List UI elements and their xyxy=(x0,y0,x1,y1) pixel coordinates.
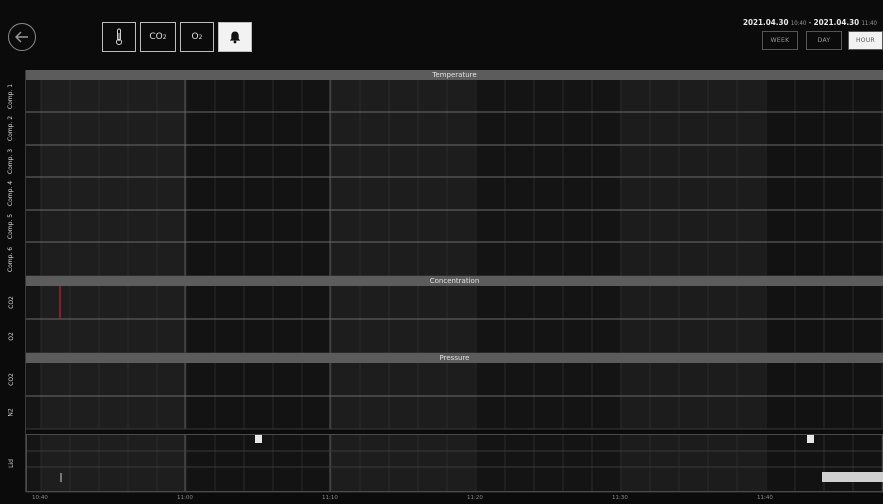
time-band xyxy=(26,434,41,492)
time-tick-0: 10:40 xyxy=(32,495,48,501)
lid-event-marker xyxy=(807,435,814,443)
time-tick-3: 11:20 xyxy=(467,495,483,501)
row-label-comp-5-text: Comp. 5 xyxy=(7,213,15,239)
row-label-co2-pressure-text: CO2 xyxy=(7,373,15,386)
row-label-comp-4-text: Comp. 4 xyxy=(7,180,15,207)
concentration-section-header: Concentration xyxy=(26,276,883,286)
row-label-comp-1: Comp. 1 xyxy=(0,80,22,112)
lid-event-marker xyxy=(255,435,262,443)
row-label-o2-concentration: O2 xyxy=(0,319,22,353)
row-label-n2-pressure-text: N2 xyxy=(7,408,15,417)
row-label-n2-pressure: N2 xyxy=(0,396,22,429)
row-label-co2-concentration-text: CO2 xyxy=(7,296,15,309)
pressure-section-header: Pressure xyxy=(26,353,883,363)
row-label-o2-concentration-text: O2 xyxy=(7,331,15,341)
time-band xyxy=(620,80,765,276)
time-band xyxy=(330,434,475,492)
time-band xyxy=(26,80,41,276)
temperature-section-header: Temperature xyxy=(26,70,883,80)
row-label-lid: Lid xyxy=(0,434,22,492)
row-label-lid-text: Lid xyxy=(7,458,15,468)
time-band xyxy=(475,434,620,492)
row-label-co2-concentration: CO2 xyxy=(0,286,22,319)
time-band xyxy=(41,434,185,492)
row-label-comp-6: Comp. 6 xyxy=(0,242,22,276)
row-label-comp-2: Comp. 2 xyxy=(0,112,22,145)
row-label-comp-3-text: Comp. 3 xyxy=(7,148,15,174)
row-label-comp-4: Comp. 4 xyxy=(0,177,22,210)
row-label-comp-3: Comp. 3 xyxy=(0,145,22,177)
row-label-comp-2-text: Comp. 2 xyxy=(7,115,15,142)
row-label-comp-5: Comp. 5 xyxy=(0,210,22,242)
time-tick-5: 11:40 xyxy=(757,495,773,501)
time-tick-2: 11:10 xyxy=(322,495,338,501)
time-tick-4: 11:30 xyxy=(612,495,628,501)
time-band xyxy=(330,80,475,276)
time-band xyxy=(41,80,185,276)
lid-open-bar xyxy=(822,472,883,482)
row-label-comp-6-text: Comp. 6 xyxy=(7,246,15,272)
row-label-comp-1-text: Comp. 1 xyxy=(7,83,15,109)
time-band xyxy=(475,80,620,276)
time-tick-1: 11:00 xyxy=(177,495,193,501)
time-band xyxy=(620,434,765,492)
time-band xyxy=(185,80,330,276)
row-label-co2-pressure: CO2 xyxy=(0,363,22,396)
